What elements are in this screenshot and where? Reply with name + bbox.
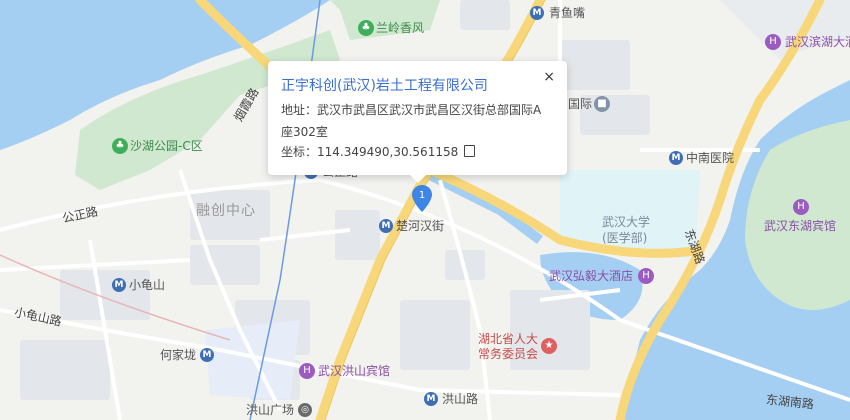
lanling-label[interactable]: 兰岭香风: [376, 20, 424, 36]
marker-number: 1: [419, 190, 425, 201]
metro-icon[interactable]: M: [379, 219, 393, 233]
npc-label-1[interactable]: 湖北省人大: [478, 331, 538, 347]
hongshan-hotel-area: [205, 320, 300, 400]
hotel-icon[interactable]: H: [299, 363, 315, 379]
metro-icon[interactable]: M: [424, 392, 438, 406]
park-icon[interactable]: ♣: [358, 20, 374, 36]
company-title[interactable]: 正宇科创(武汉)岩土工程有限公司: [281, 75, 488, 95]
hotel-icon[interactable]: H: [638, 268, 654, 284]
coordinate-row: 坐标：114.349490,30.561158: [281, 143, 476, 160]
xiaoguishan-label[interactable]: 小龟山: [129, 277, 165, 293]
address-text: 地址：武汉市武昌区武汉市武昌区汉街总部国际A座302室: [281, 103, 542, 139]
chuhehan-label[interactable]: 楚河汉街: [396, 218, 444, 234]
zhongnan-hospital-label[interactable]: 中南医院: [686, 150, 734, 166]
npc-label-2[interactable]: 常务委员会: [478, 346, 538, 362]
rongchuang-label: 融创中心: [196, 203, 256, 219]
metro-icon[interactable]: M: [669, 151, 683, 165]
hotel-icon[interactable]: H: [765, 34, 781, 50]
copy-icon[interactable]: [464, 145, 476, 157]
hongshan-square-label[interactable]: 洪山广场: [246, 402, 294, 418]
shahu-park-label[interactable]: 沙湖公园-C区: [130, 138, 203, 154]
coordinate-text: 坐标：114.349490,30.561158: [281, 145, 459, 159]
location-info-popup: 正宇科创(武汉)岩土工程有限公司 × 地址：武汉市武昌区武汉市武昌区汉街总部国际…: [268, 61, 567, 183]
transfer-icon[interactable]: ◎: [298, 403, 312, 417]
donghu-hotel-label[interactable]: 武汉东湖宾馆: [764, 218, 836, 234]
metro-icon[interactable]: M: [530, 6, 544, 20]
park-icon[interactable]: ♣: [112, 138, 128, 154]
hotel-icon[interactable]: H: [793, 199, 809, 215]
location-marker[interactable]: 1: [412, 185, 432, 212]
hongshan-road-label[interactable]: 洪山路: [442, 391, 478, 407]
whu-medical-label-1: 武汉大学: [602, 215, 651, 229]
qingyuzui-label[interactable]: 青鱼嘴: [549, 5, 585, 21]
intl-partial-label[interactable]: 国际: [568, 96, 592, 112]
map-canvas[interactable]: ♣ 兰岭香风 M 青鱼嘴 H 武汉滨湖大酒店 ♣ 沙湖公园-C区 烟霞路 M 公…: [0, 0, 850, 420]
hongyi-hotel-label[interactable]: 武汉弘毅大酒店: [549, 268, 633, 284]
metro-icon[interactable]: M: [112, 278, 126, 292]
popup-pointer: [410, 175, 426, 183]
binhu-hotel-label[interactable]: 武汉滨湖大酒店: [785, 34, 850, 50]
hejiapo-label[interactable]: 何家垅: [160, 347, 196, 363]
government-icon[interactable]: ★: [541, 338, 557, 354]
close-icon[interactable]: ×: [543, 69, 555, 85]
hongshan-hotel-label[interactable]: 武汉洪山宾馆: [318, 363, 390, 379]
whu-medical-label-2: (医学部): [602, 231, 648, 245]
metro-icon[interactable]: M: [200, 348, 214, 362]
building-icon[interactable]: ■: [594, 96, 610, 112]
